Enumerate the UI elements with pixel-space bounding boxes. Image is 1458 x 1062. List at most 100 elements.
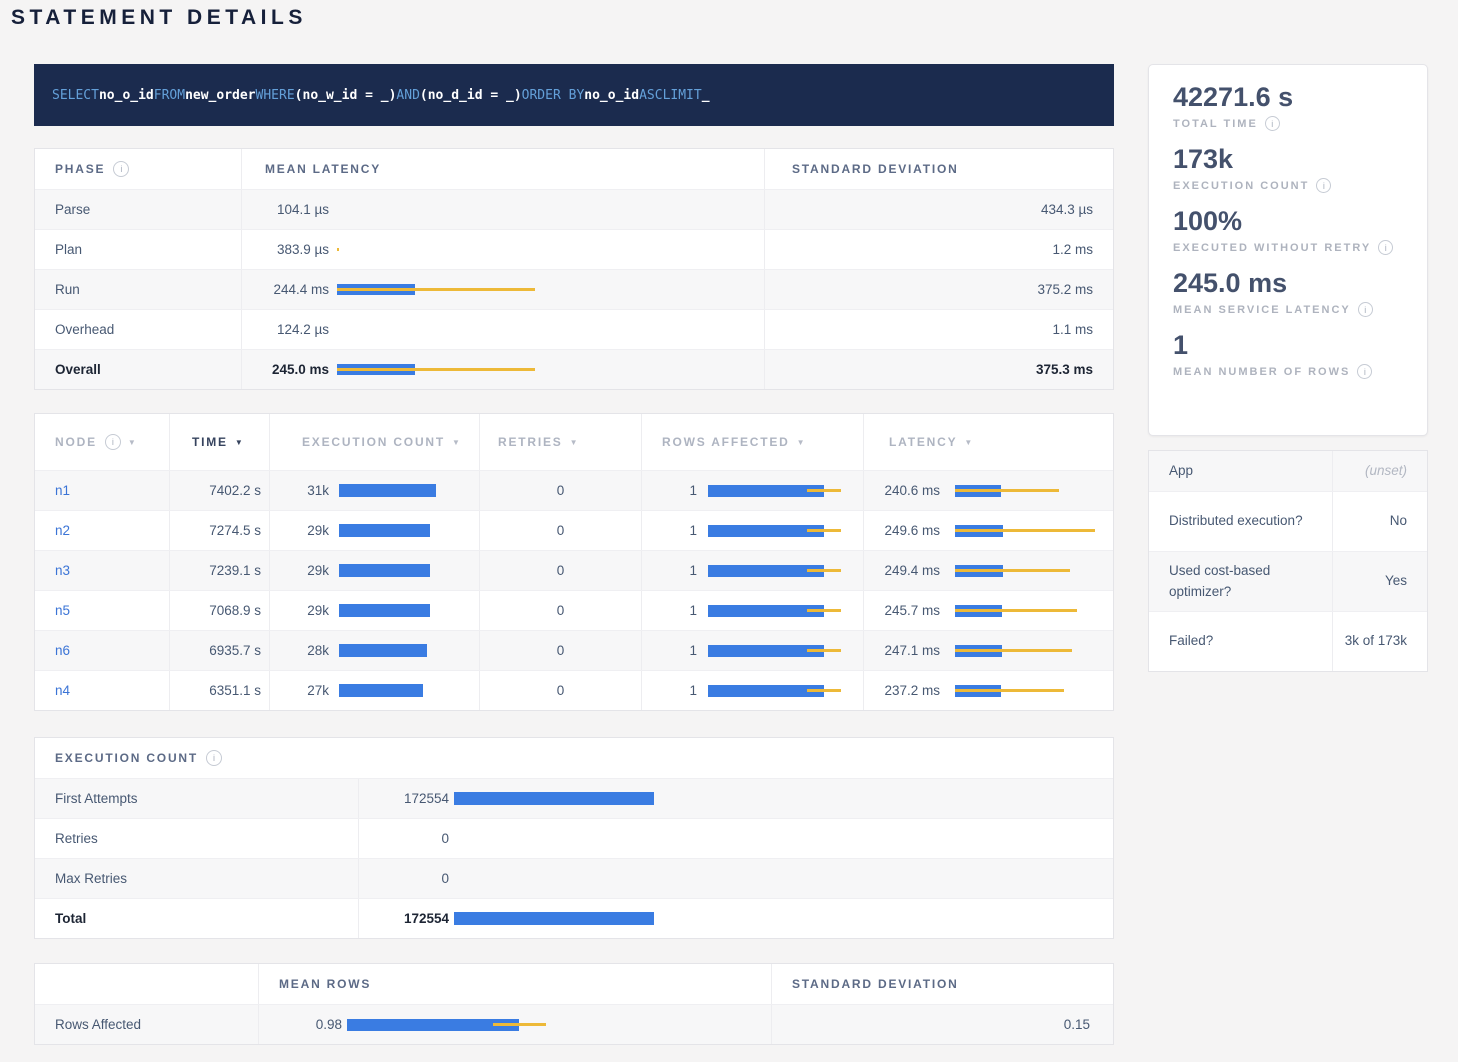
latency-bar-chart <box>347 1017 562 1033</box>
info-icon[interactable]: i <box>105 434 121 450</box>
phase-row: Overall245.0 ms375.3 ms <box>35 349 1113 389</box>
info-icon[interactable]: i <box>1265 116 1280 131</box>
latency-value: 237.2 ms <box>864 683 940 698</box>
sort-arrow-icon[interactable]: ▼ <box>964 438 972 447</box>
rows-affected-table: MEAN ROWS STANDARD DEVIATION Rows Affect… <box>34 963 1114 1045</box>
phase-mean-cell: 104.1 µs <box>241 190 764 229</box>
latency-bar-chart <box>339 603 449 619</box>
column-header-time[interactable]: TIME▼ <box>169 414 269 470</box>
sort-arrow-icon[interactable]: ▼ <box>797 438 805 447</box>
page-title: STATEMENT DETAILS <box>11 6 307 30</box>
execution-label-cell: Retries <box>35 819 358 858</box>
app-detail-row: Used cost-based optimizer?Yes <box>1149 551 1427 611</box>
phase-label: Overall <box>55 362 101 377</box>
retries-cell: 0 <box>479 631 641 670</box>
node-stats-table: NODEi▼TIME▼EXECUTION COUNT▼RETRIES▼ROWS … <box>34 413 1114 711</box>
execution-count-table: EXECUTION COUNT i First Attempts 172554 Re… <box>34 737 1114 939</box>
time-cell: 7239.1 s <box>169 551 269 590</box>
mean-bar <box>339 604 430 617</box>
execution-count-row: Total172554 <box>35 898 1113 938</box>
execution-value: 0 <box>359 871 449 886</box>
rows-stddev-value: 0.15 <box>1064 1017 1090 1032</box>
mean-rows-header-cell: MEAN ROWS <box>258 964 771 1004</box>
stat-label-text: MEAN SERVICE LATENCY <box>1173 304 1351 316</box>
node-link[interactable]: n6 <box>55 643 70 658</box>
app-detail-label-cell: App <box>1149 451 1332 491</box>
sql-identifier: (no_d_id = _) <box>420 88 522 103</box>
sort-arrow-icon[interactable]: ▼ <box>128 438 136 447</box>
time-cell: 6935.7 s <box>169 631 269 670</box>
latency-cell: 240.6 ms <box>863 471 1113 510</box>
sort-arrow-icon[interactable]: ▼ <box>452 438 460 447</box>
retries-cell: 0 <box>479 511 641 550</box>
app-detail-label: Failed? <box>1169 631 1213 651</box>
time-cell: 7274.5 s <box>169 511 269 550</box>
phase-name-cell: Parse <box>35 190 241 229</box>
sql-keyword: AND <box>396 88 419 103</box>
column-header-retries[interactable]: RETRIES▼ <box>479 414 641 470</box>
latency-bar-chart <box>955 683 1105 699</box>
sort-arrow-icon[interactable]: ▼ <box>235 438 243 447</box>
info-icon[interactable]: i <box>206 750 222 766</box>
summary-stat: 100%EXECUTED WITHOUT RETRYi <box>1173 206 1403 255</box>
rows-affected-label: Rows Affected <box>55 1017 141 1032</box>
latency-bar-chart <box>337 202 767 218</box>
execution-label: First Attempts <box>55 791 138 806</box>
mean-latency-value: 244.4 ms <box>242 282 329 297</box>
stddev-value: 1.1 ms <box>1052 322 1093 337</box>
mean-bar <box>339 484 436 497</box>
phase-row: Plan383.9 µs1.2 ms <box>35 229 1113 269</box>
latency-bar-chart <box>337 282 767 298</box>
empty-header-cell <box>35 964 258 1004</box>
latency-bar-chart <box>955 523 1105 539</box>
phase-header-cell: PHASE i <box>35 149 241 189</box>
mean-rows-cell: 0.98 <box>258 1005 771 1044</box>
app-detail-value: (unset) <box>1365 461 1407 481</box>
execution-count-value: 29k <box>270 563 329 578</box>
mean-bar <box>339 684 423 697</box>
column-header-execution-count[interactable]: EXECUTION COUNT▼ <box>269 414 479 470</box>
column-header-rows-affected[interactable]: ROWS AFFECTED▼ <box>641 414 863 470</box>
info-icon[interactable]: i <box>113 161 129 177</box>
rows-affected-cell: 1 <box>641 551 863 590</box>
execution-value-cell: 172554 <box>358 899 1113 938</box>
rows-affected-label-cell: Rows Affected <box>35 1005 258 1044</box>
execution-count-row: Max Retries0 <box>35 858 1113 898</box>
phase-name-cell: Overhead <box>35 310 241 349</box>
column-header-latency[interactable]: LATENCY▼ <box>863 414 1113 470</box>
info-icon[interactable]: i <box>1357 364 1372 379</box>
node-row: n17402.2 s31k01240.6 ms <box>35 470 1113 510</box>
latency-cell: 245.7 ms <box>863 591 1113 630</box>
node-row: n37239.1 s29k01249.4 ms <box>35 550 1113 590</box>
retries-value: 0 <box>557 483 565 498</box>
rows-affected-value: 1 <box>642 643 697 658</box>
sort-arrow-icon[interactable]: ▼ <box>570 438 578 447</box>
phase-label: Parse <box>55 202 90 217</box>
stat-label: TOTAL TIMEi <box>1173 116 1403 131</box>
execution-count-title: EXECUTION COUNT <box>55 751 198 765</box>
node-link[interactable]: n5 <box>55 603 70 618</box>
info-icon[interactable]: i <box>1378 240 1393 255</box>
sql-identifier: new_order <box>185 88 255 103</box>
node-link[interactable]: n2 <box>55 523 70 538</box>
phase-label: Plan <box>55 242 82 257</box>
node-link[interactable]: n1 <box>55 483 70 498</box>
sql-keyword: WHERE <box>256 88 295 103</box>
info-icon[interactable]: i <box>1316 178 1331 193</box>
execution-value: 0 <box>359 831 449 846</box>
mean-latency-value: 383.9 µs <box>242 242 329 257</box>
retries-cell: 0 <box>479 591 641 630</box>
info-icon[interactable]: i <box>1358 302 1373 317</box>
mean-latency-value: 124.2 µs <box>242 322 329 337</box>
node-link[interactable]: n3 <box>55 563 70 578</box>
app-detail-label: App <box>1169 461 1193 481</box>
phase-latency-table: PHASE i MEAN LATENCY STANDARD DEVIATION … <box>34 148 1114 390</box>
latency-bar-chart <box>337 362 767 378</box>
node-row: n27274.5 s29k01249.6 ms <box>35 510 1113 550</box>
latency-bar-chart <box>454 911 684 927</box>
execution-count-cell: 29k <box>269 551 479 590</box>
retries-value: 0 <box>557 683 565 698</box>
phase-stddev-cell: 434.3 µs <box>764 190 1113 229</box>
column-header-node[interactable]: NODEi▼ <box>35 414 169 470</box>
node-link[interactable]: n4 <box>55 683 70 698</box>
